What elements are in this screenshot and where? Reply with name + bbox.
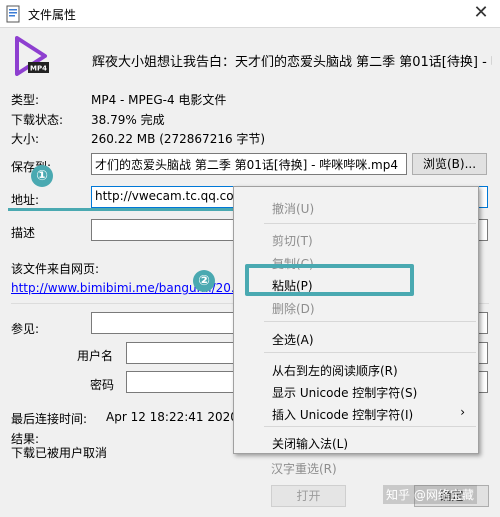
window-title: 文件属性 xyxy=(28,8,77,22)
password-label: 密码 xyxy=(90,378,115,392)
menu-item-label: 全选(A) xyxy=(272,333,314,347)
menu-item-insert-unicode[interactable]: 插入 Unicode 控制字符(I) › xyxy=(235,401,477,425)
description-label: 描述 xyxy=(11,226,36,240)
open-button[interactable]: 打开 xyxy=(271,485,346,507)
menu-item-undo[interactable]: 撤消(U) xyxy=(235,195,477,219)
menu-item-select-all[interactable]: 全选(A) xyxy=(235,326,477,350)
menu-separator xyxy=(264,352,476,353)
watermark: 知乎 @网络宝藏 xyxy=(383,485,477,504)
annotation-step-1: ① xyxy=(31,165,53,187)
result-value: 下载已被用户取消 xyxy=(11,446,108,460)
mp4-badge: MP4 xyxy=(30,65,47,73)
file-properties-icon xyxy=(6,5,20,23)
save-path-field[interactable]: 才们的恋爱头脑战 第二季 第01话[待换] - 哔咪哔咪.mp4 xyxy=(91,153,407,175)
menu-item-label: 插入 Unicode 控制字符(I) xyxy=(272,408,414,422)
menu-separator xyxy=(264,321,476,322)
status-label: 下载状态: xyxy=(11,113,64,127)
menu-item-label: 从右到左的阅读顺序(R) xyxy=(272,364,398,378)
file-name: 辉夜大小姐想让我告白：天才们的恋爱头脑战 第二季 第01话[待换] - 哔 xyxy=(92,55,492,70)
type-value: MP4 - MPEG-4 电影文件 xyxy=(91,93,227,107)
context-menu: 撤消(U) 剪切(T) 复制(C) 粘贴(P) 删除(D) 全选(A) 从右到左… xyxy=(233,186,479,454)
submenu-arrow-icon: › xyxy=(460,405,465,419)
mp4-file-icon: MP4 xyxy=(15,36,49,76)
menu-item-cut[interactable]: 剪切(T) xyxy=(235,227,477,251)
source-page-label: 该文件来自网页: xyxy=(11,262,100,276)
menu-item-reconvert[interactable]: 汉字重选(R) xyxy=(271,460,337,477)
menu-item-rtl[interactable]: 从右到左的阅读顺序(R) xyxy=(235,357,477,381)
browse-button[interactable]: 浏览(B)... xyxy=(412,153,487,175)
address-label: 地址: xyxy=(11,193,40,207)
status-value: 38.79% 完成 xyxy=(91,113,165,127)
size-label: 大小: xyxy=(11,132,40,146)
menu-item-close-ime[interactable]: 关闭输入法(L) xyxy=(235,430,477,454)
menu-separator xyxy=(264,426,476,427)
referer-label: 参见: xyxy=(11,322,40,336)
type-label: 类型: xyxy=(11,93,40,107)
last-connect-value: Apr 12 18:22:41 2020 xyxy=(106,410,238,424)
menu-item-show-unicode[interactable]: 显示 Unicode 控制字符(S) xyxy=(235,379,477,403)
username-label: 用户名 xyxy=(77,349,114,363)
last-connect-label: 最后连接时间: xyxy=(11,412,88,426)
menu-item-label: 撤消(U) xyxy=(272,202,315,216)
menu-item-label: 显示 Unicode 控制字符(S) xyxy=(272,386,418,400)
menu-item-delete[interactable]: 删除(D) xyxy=(235,295,477,319)
menu-item-label: 关闭输入法(L) xyxy=(272,437,349,451)
annotation-step-2: ② xyxy=(193,270,215,292)
menu-item-label: 删除(D) xyxy=(272,302,315,316)
title-bar: 文件属性 ✕ xyxy=(0,0,500,28)
menu-item-label: 剪切(T) xyxy=(272,234,313,248)
size-value: 260.22 MB (272867216 字节) xyxy=(91,132,266,146)
paste-highlight xyxy=(245,264,414,296)
menu-separator xyxy=(264,223,476,224)
close-icon[interactable]: ✕ xyxy=(470,2,492,24)
annotation-underline xyxy=(8,208,240,211)
